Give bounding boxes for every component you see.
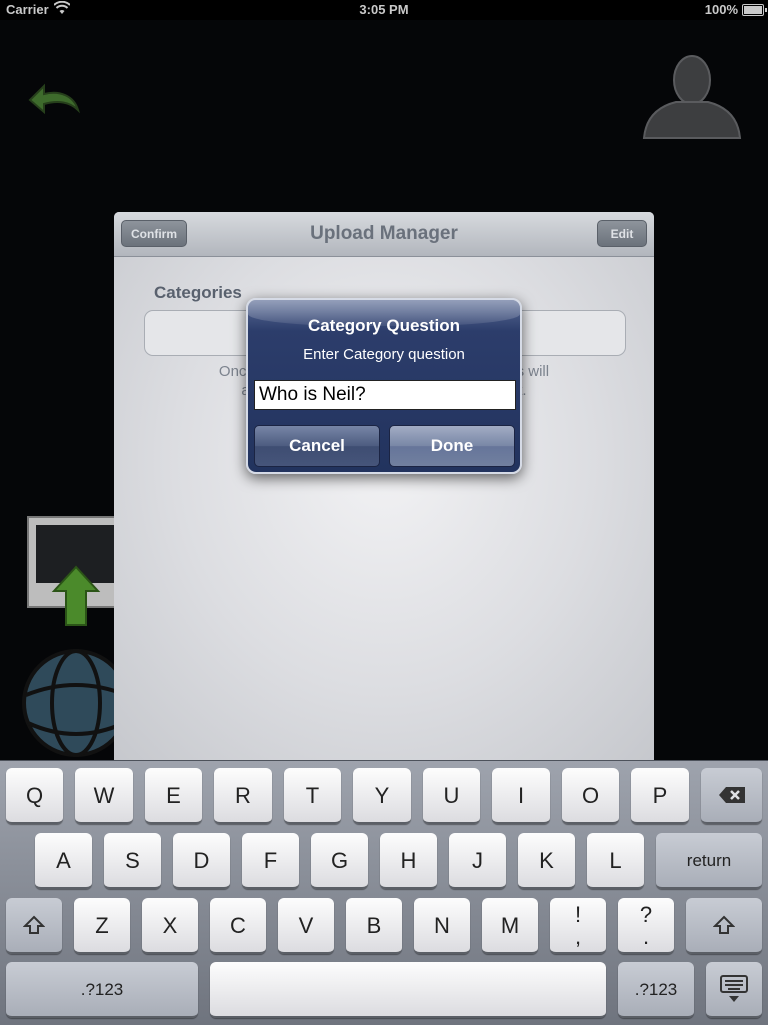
shift-key-left[interactable] — [6, 898, 62, 954]
key-f[interactable]: F — [242, 833, 299, 889]
key-x[interactable]: X — [142, 898, 198, 954]
category-question-alert: Category Question Enter Category questio… — [246, 298, 522, 474]
key-u[interactable]: U — [423, 768, 480, 824]
key-period-label: . — [642, 924, 650, 949]
backspace-icon — [718, 787, 745, 803]
backspace-key[interactable] — [701, 768, 762, 824]
status-time: 3:05 PM — [359, 2, 409, 17]
key-h[interactable]: H — [380, 833, 437, 889]
key-c[interactable]: C — [210, 898, 266, 954]
panel-navbar: Confirm Upload Manager Edit — [114, 212, 654, 257]
keyboard: Q W E R T Y U I O P A S D F G H J K L re… — [0, 760, 768, 1025]
key-z[interactable]: Z — [74, 898, 130, 954]
shift-key-right[interactable] — [686, 898, 762, 954]
key-o[interactable]: O — [562, 768, 619, 824]
battery-percent: 100% — [704, 2, 738, 17]
battery-icon — [742, 4, 767, 16]
key-i[interactable]: I — [492, 768, 550, 824]
key-question-period[interactable]: ? . — [618, 898, 674, 954]
key-k[interactable]: K — [518, 833, 575, 889]
key-e[interactable]: E — [145, 768, 202, 824]
return-key[interactable]: return — [656, 833, 762, 889]
numbers-key-left[interactable]: .?123 — [6, 962, 198, 1018]
key-g[interactable]: G — [311, 833, 368, 889]
shift-icon — [23, 915, 45, 934]
edit-button[interactable]: Edit — [597, 220, 647, 247]
alert-title: Category Question — [307, 316, 461, 335]
key-b[interactable]: B — [346, 898, 402, 954]
alert-message: Enter Category question — [303, 346, 465, 363]
space-key[interactable] — [210, 962, 606, 1018]
shift-icon — [713, 915, 735, 934]
hide-keyboard-icon — [720, 975, 748, 1002]
panel-title: Upload Manager — [310, 223, 458, 244]
key-v[interactable]: V — [278, 898, 334, 954]
key-question-label: ? — [639, 902, 653, 927]
cancel-button[interactable]: Cancel — [254, 425, 380, 467]
key-n[interactable]: N — [414, 898, 470, 954]
key-y[interactable]: Y — [353, 768, 411, 824]
category-question-input[interactable]: Who is Neil? — [254, 380, 516, 410]
key-r[interactable]: R — [214, 768, 272, 824]
key-exclaim-label: ! — [574, 902, 582, 927]
numbers-key-right[interactable]: .?123 — [618, 962, 694, 1018]
key-d[interactable]: D — [173, 833, 230, 889]
key-comma-label: , — [574, 924, 582, 949]
key-p[interactable]: P — [631, 768, 689, 824]
upload-photo-icon[interactable] — [26, 515, 126, 630]
key-w[interactable]: W — [75, 768, 133, 824]
categories-heading: Categories — [154, 283, 242, 302]
key-a[interactable]: A — [35, 833, 92, 889]
done-button[interactable]: Done — [389, 425, 515, 467]
key-s[interactable]: S — [104, 833, 161, 889]
key-j[interactable]: J — [449, 833, 506, 889]
globe-icon[interactable] — [18, 645, 130, 760]
user-avatar-icon[interactable] — [640, 50, 744, 140]
upload-manager-panel: Confirm Upload Manager Edit Categories A… — [114, 212, 654, 760]
hide-keyboard-key[interactable] — [706, 962, 762, 1018]
status-bar: Carrier 3:05 PM 100% — [0, 0, 768, 20]
key-exclaim-comma[interactable]: ! , — [550, 898, 606, 954]
key-t[interactable]: T — [284, 768, 341, 824]
key-q[interactable]: Q — [6, 768, 63, 824]
key-m[interactable]: M — [482, 898, 538, 954]
undo-arrow-icon[interactable] — [22, 78, 82, 118]
key-l[interactable]: L — [587, 833, 644, 889]
